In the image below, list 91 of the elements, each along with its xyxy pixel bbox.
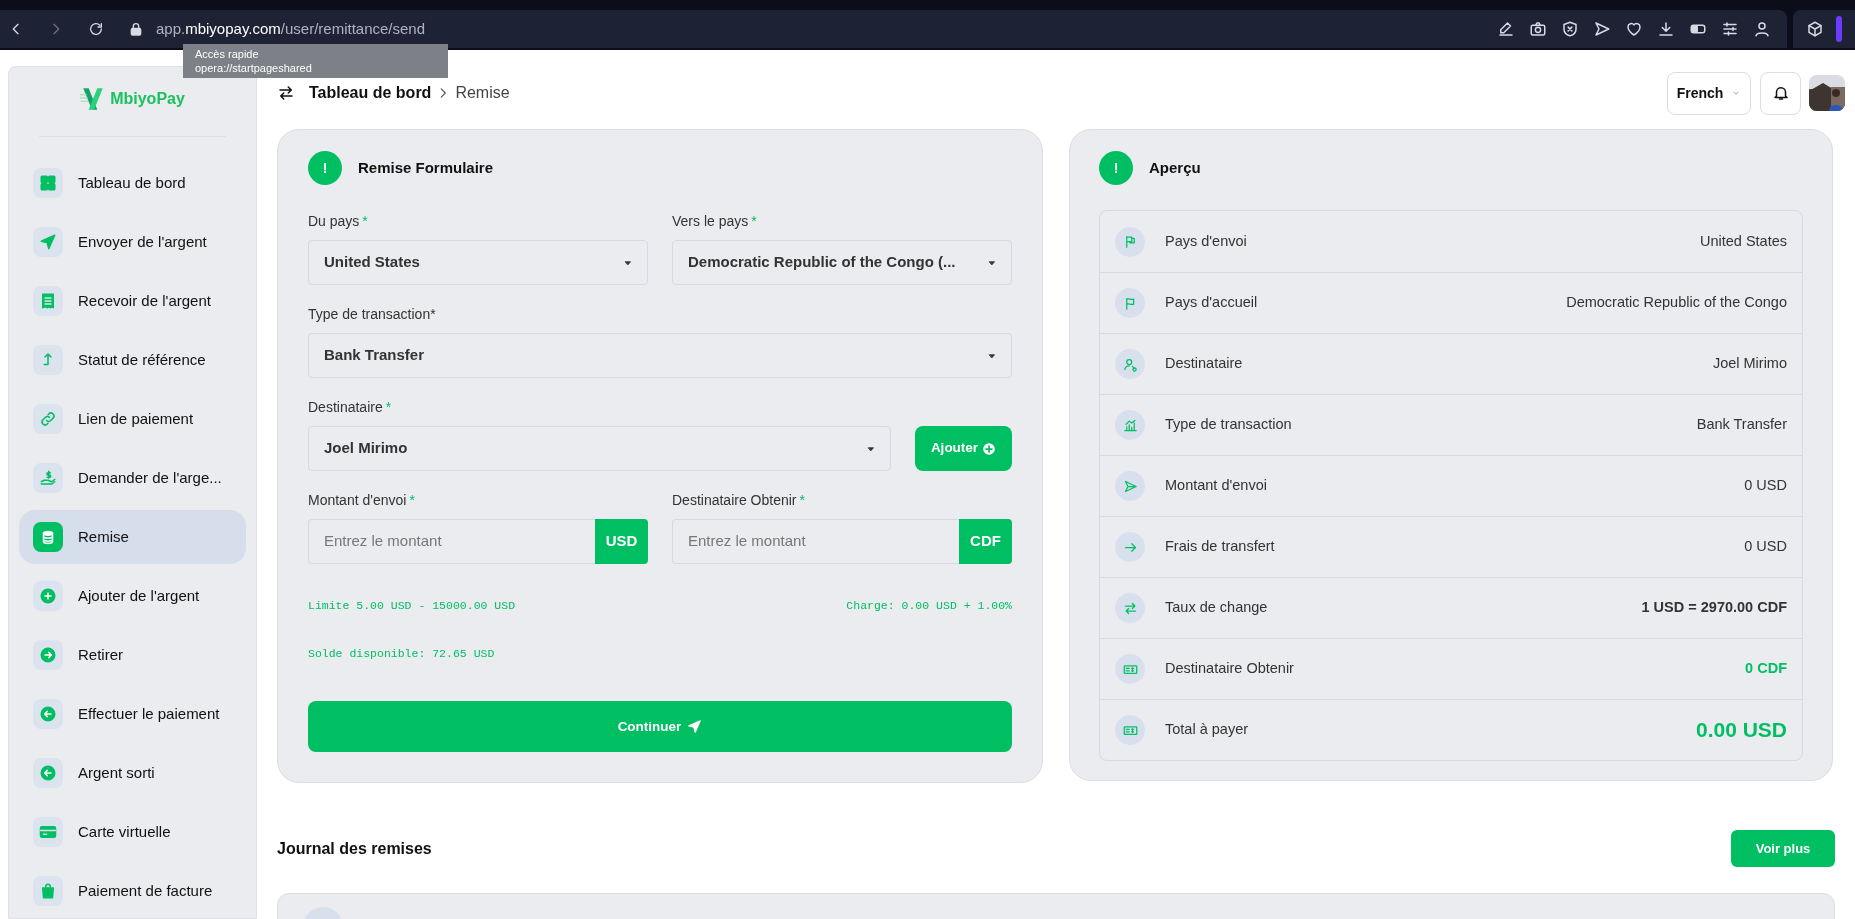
bell-icon [1771, 84, 1790, 102]
breadcrumb-item: Remise [455, 83, 510, 103]
summary-label: Pays d'accueil [1165, 293, 1259, 313]
user-icon [1122, 356, 1138, 372]
paper-plane-icon [39, 233, 57, 251]
summary-label: Taux de change [1165, 598, 1269, 618]
edit-icon [1497, 20, 1515, 38]
bag-icon [39, 882, 57, 900]
summary-value: Joel Mirimo [1712, 354, 1787, 374]
summary-value: 0 USD [1744, 537, 1787, 557]
currency-tag: CDF [959, 519, 1012, 564]
breadcrumb-item[interactable]: Tableau de bord [309, 81, 432, 105]
sidebar-item[interactable]: Statut de référence [19, 333, 246, 387]
field-label: Destinataire * [308, 398, 393, 417]
send-icon [1593, 20, 1611, 38]
field-label: Type de transaction* [308, 305, 437, 324]
tooltip-subtitle: opera://startpageshared [195, 61, 313, 75]
limit-text: Limite 5.00 USD - 15000.00 USD [308, 598, 516, 614]
sidebar-item[interactable]: Lien de paiement [19, 392, 246, 446]
reload-icon [88, 21, 104, 37]
camera-icon [1529, 20, 1547, 38]
summary-value: Bank Transfer [1696, 415, 1787, 435]
summary-label: Destinataire [1165, 354, 1244, 374]
alert-badge: ! [1099, 151, 1133, 185]
download-icon [1657, 20, 1675, 38]
charge-text: Charge: 0.00 USD + 1.00% [846, 598, 1012, 614]
summary-value: 0.00 USD [1695, 717, 1787, 744]
plus-circle-icon [39, 587, 57, 605]
amount-field[interactable]: Entrez le montant [672, 519, 959, 564]
arrow-right-circle-icon [39, 646, 57, 664]
alert-badge: ! [308, 151, 342, 185]
select-field[interactable]: Democratic Republic of the Congo (... [672, 240, 1012, 285]
sidebar-item[interactable]: Envoyer de l'argent [19, 215, 246, 269]
sidebar-toggle[interactable] [1836, 16, 1842, 42]
summary-label: Pays d'envoi [1165, 231, 1248, 251]
summary-label: Montant d'envoi [1165, 476, 1268, 496]
sidebar-item[interactable]: Ajouter de l'argent [19, 569, 246, 623]
plus-circle-icon [982, 441, 997, 456]
summary-label: Destinataire Obtenir [1165, 659, 1295, 679]
summary-value: 0 CDF [1745, 659, 1787, 679]
hand-dollar-icon [39, 469, 57, 487]
summary-value: Democratic Republic of the Congo [1566, 293, 1787, 313]
summary-value: 0 USD [1744, 476, 1787, 496]
notification-button[interactable] [1760, 71, 1801, 115]
sidebar-item[interactable]: Retirer [19, 628, 246, 682]
send-icon [1122, 478, 1138, 494]
field-label: Du pays * [308, 212, 369, 231]
sidebar-item[interactable]: Demander de l'arge... [19, 451, 246, 505]
logo-text: MbiyoPay [110, 89, 185, 109]
summary-value: United States [1699, 231, 1787, 251]
arrow-left-circle-icon [39, 705, 57, 723]
link-icon [39, 410, 57, 428]
sidebar-item[interactable]: Paiement de facture [19, 864, 246, 918]
swap-icon [1122, 600, 1138, 616]
summary-label: Frais de transfert [1165, 537, 1276, 557]
select-field[interactable]: Bank Transfer [308, 333, 1012, 378]
sidebar-item[interactable]: Recevoir de l'argent [19, 274, 246, 328]
amount-field[interactable]: Entrez le montant [308, 519, 595, 564]
chart-icon [1122, 417, 1138, 433]
card-title: Aperçu [1149, 157, 1201, 178]
arrow-left-circle-icon [39, 764, 57, 782]
field-label: Destinataire Obtenir * [672, 491, 806, 510]
sidebar-item[interactable]: Carte virtuelle [19, 805, 246, 859]
sidebar-item[interactable]: Effectuer le paiement [19, 687, 246, 741]
language-select[interactable]: French [1667, 71, 1751, 115]
select-field[interactable]: United States [308, 240, 648, 285]
sidebar-item[interactable]: Remise [19, 510, 246, 564]
summary-label: Total à payer [1165, 720, 1250, 740]
paper-plane-icon [687, 719, 703, 735]
receipt-icon [39, 292, 57, 310]
currency-tag: USD [595, 519, 648, 564]
field-label: Vers le pays * [672, 212, 758, 231]
summary-value: 1 USD = 2970.00 CDF [1641, 598, 1787, 618]
card-title: Remise Formulaire [358, 157, 494, 178]
swap-icon [277, 84, 295, 102]
sidebar-item[interactable]: Tableau de bord [19, 156, 246, 210]
cube-icon [1806, 20, 1824, 38]
shield-icon [1561, 20, 1579, 38]
summary-label: Type de transaction [1165, 415, 1293, 435]
heart-icon [1625, 20, 1643, 38]
user-icon [1753, 20, 1771, 38]
select-field[interactable]: Joel Mirimo [308, 426, 891, 471]
field-label: Montant d'envoi * [308, 491, 416, 510]
balance-text: Solde disponible: 72.65 USD [308, 647, 495, 661]
sidebar-item[interactable]: Argent sorti [19, 746, 246, 800]
lock-icon [128, 21, 144, 37]
tooltip-title: Accès rapide [195, 47, 260, 61]
card-icon [39, 823, 57, 841]
section-title: Journal des remises [277, 838, 432, 859]
grid-icon [39, 174, 57, 192]
settings-icon [1721, 20, 1739, 38]
